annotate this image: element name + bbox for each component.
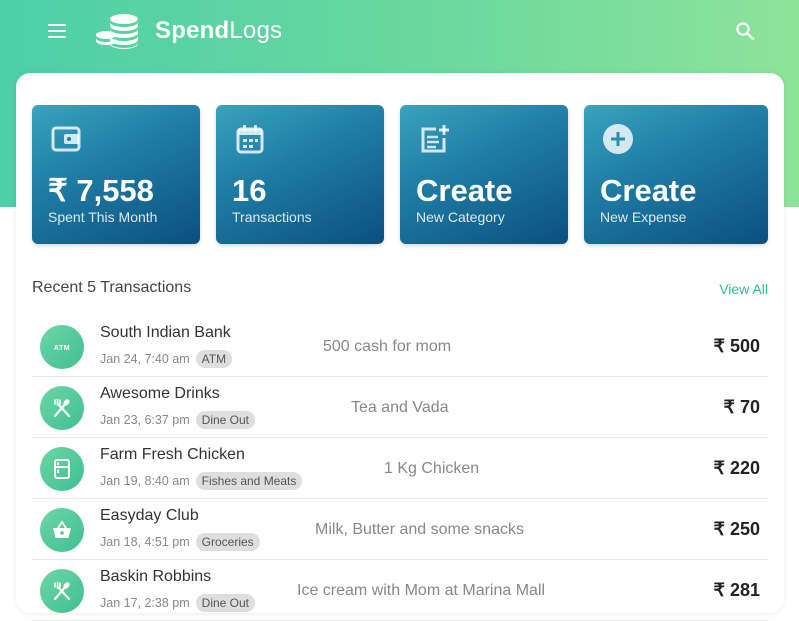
transaction-meta: Jan 24, 7:40 am ATM	[100, 350, 233, 368]
transaction-merchant: Farm Fresh Chicken	[100, 446, 245, 463]
transactions-count: 16	[232, 173, 267, 208]
add-circle-icon	[603, 124, 633, 154]
create-expense-title: Create	[600, 173, 697, 208]
transactions-tile[interactable]: 16 Transactions	[216, 105, 384, 244]
transaction-amount: ₹ 281	[713, 580, 761, 600]
restaurant-icon	[40, 569, 84, 613]
restaurant-icon	[40, 386, 84, 430]
transaction-note: Ice cream with Mom at Marina Mall	[297, 582, 546, 599]
top-app-bar: SpendLogs	[0, 0, 799, 62]
transaction-note: Milk, Butter and some snacks	[315, 521, 524, 538]
brand-bold-text: Spend	[155, 17, 230, 44]
transaction-merchant: Awesome Drinks	[100, 385, 220, 402]
create-category-tile[interactable]: Create New Category	[400, 105, 568, 244]
transaction-row[interactable]: Easyday Club Jan 18, 4:51 pm Groceries Mi…	[32, 499, 768, 560]
shopping-basket-icon	[40, 508, 84, 552]
transaction-merchant: Baskin Robbins	[100, 568, 212, 585]
transaction-row[interactable]: Baskin Robbins Jan 17, 2:38 pm Dine Out I…	[32, 560, 768, 621]
transaction-row[interactable]: ATM South Indian Bank Jan 24, 7:40 am ATM…	[32, 316, 768, 377]
category-badge: Groceries	[195, 533, 260, 551]
category-badge: Dine Out	[195, 411, 256, 429]
create-category-label: New Category	[416, 209, 505, 225]
transaction-time: Jan 17, 2:38 pm	[100, 596, 190, 610]
transaction-amount: ₹ 70	[723, 397, 760, 417]
transaction-amount: ₹ 220	[713, 458, 761, 478]
category-badge: ATM	[195, 350, 233, 368]
wallet-icon	[51, 126, 81, 152]
create-expense-label: New Expense	[600, 209, 687, 225]
recent-transactions-title: Recent 5 Transactions	[32, 279, 192, 296]
fridge-icon	[40, 447, 84, 491]
transaction-merchant: Easyday Club	[100, 507, 199, 524]
transaction-time: Jan 24, 7:40 am	[100, 352, 190, 366]
create-category-title: Create	[416, 173, 513, 208]
transaction-time: Jan 18, 4:51 pm	[100, 535, 190, 549]
coin-stack-icon	[96, 14, 138, 49]
create-expense-tile[interactable]: Create New Expense	[584, 105, 768, 244]
transaction-meta: Jan 23, 6:37 pm Dine Out	[100, 411, 256, 429]
transaction-time: Jan 19, 8:40 am	[100, 474, 190, 488]
atm-icon: ATM	[40, 325, 84, 369]
spent-label: Spent This Month	[48, 209, 158, 225]
category-badge: Dine Out	[195, 594, 256, 612]
app-brand: SpendLogs	[155, 17, 282, 45]
transaction-amount: ₹ 250	[713, 519, 761, 539]
transaction-note: Tea and Vada	[351, 399, 449, 416]
transaction-amount: ₹ 500	[713, 336, 761, 356]
hamburger-menu-icon[interactable]	[44, 18, 70, 44]
transaction-meta: Jan 17, 2:38 pm Dine Out	[100, 594, 256, 612]
category-badge: Fishes and Meats	[195, 472, 303, 490]
transaction-note: 1 Kg Chicken	[384, 460, 480, 477]
brand-light-text: Logs	[229, 17, 283, 44]
calendar-icon	[236, 125, 264, 154]
transaction-time: Jan 23, 6:37 pm	[100, 413, 190, 427]
transaction-merchant: South Indian Bank	[100, 324, 231, 341]
transaction-meta: Jan 18, 4:51 pm Groceries	[100, 533, 260, 551]
transactions-label: Transactions	[232, 209, 312, 225]
transaction-row[interactable]: Farm Fresh Chicken Jan 19, 8:40 am Fishes…	[32, 438, 768, 499]
transaction-note: 500 cash for mom	[323, 338, 452, 355]
spent-this-month-tile[interactable]: ₹ 7,558 Spent This Month	[32, 105, 200, 244]
search-icon[interactable]	[733, 19, 757, 43]
post-add-icon	[421, 125, 449, 153]
svg-text:ATM: ATM	[54, 345, 70, 352]
transaction-row[interactable]: Awesome Drinks Jan 23, 6:37 pm Dine Out T…	[32, 377, 768, 438]
view-all-link[interactable]: View All	[719, 281, 768, 297]
spent-amount: ₹ 7,558	[48, 173, 154, 208]
transaction-meta: Jan 19, 8:40 am Fishes and Meats	[100, 472, 303, 490]
